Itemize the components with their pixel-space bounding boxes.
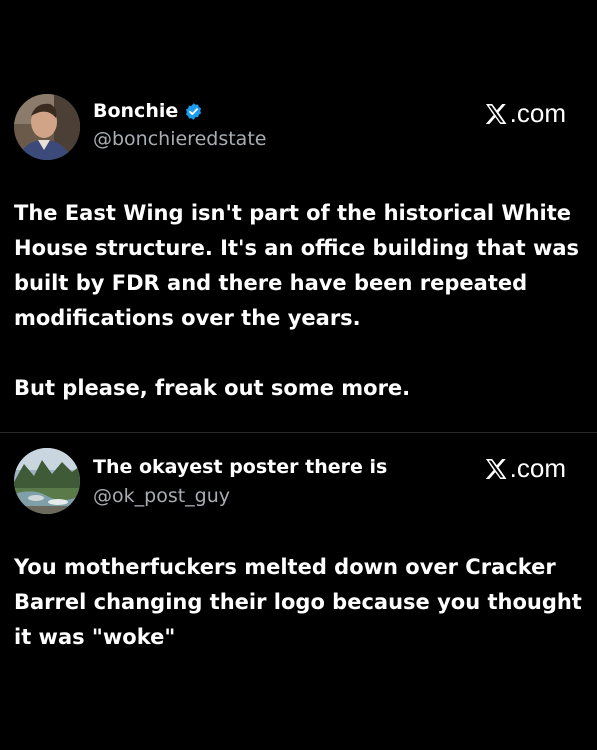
brand-domain: .com — [509, 453, 566, 483]
avatar[interactable] — [14, 448, 80, 514]
brand-link[interactable]: .com — [484, 98, 566, 129]
author-handle[interactable]: @bonchieredstate — [93, 128, 266, 150]
post-card: The okayest poster there is @ok_post_guy… — [0, 433, 597, 750]
author-row: The okayest poster there is — [93, 456, 387, 478]
post-text: You motherfuckers melted down over Crack… — [14, 550, 586, 655]
post-paragraph: The East Wing isn't part of the historic… — [14, 201, 580, 330]
post-paragraph: You motherfuckers melted down over Crack… — [14, 555, 582, 649]
brand-link[interactable]: .com — [484, 453, 566, 484]
avatar-photo-man — [14, 94, 80, 160]
author-row: Bonchie — [93, 100, 203, 122]
x-logo-icon — [485, 458, 507, 479]
verified-badge-icon — [186, 102, 202, 120]
post-paragraph: But please, freak out some more. — [14, 376, 411, 400]
display-name[interactable]: The okayest poster there is — [93, 456, 387, 478]
x-logo-icon — [485, 103, 507, 124]
avatar-photo-river-landscape — [14, 448, 80, 514]
post-card: Bonchie @bonchieredstate .com The East W… — [0, 0, 597, 432]
post-text: The East Wing isn't part of the historic… — [14, 196, 586, 406]
brand-domain: .com — [509, 98, 566, 128]
avatar[interactable] — [14, 94, 80, 160]
author-handle[interactable]: @ok_post_guy — [93, 485, 230, 507]
display-name[interactable]: Bonchie — [93, 100, 178, 122]
